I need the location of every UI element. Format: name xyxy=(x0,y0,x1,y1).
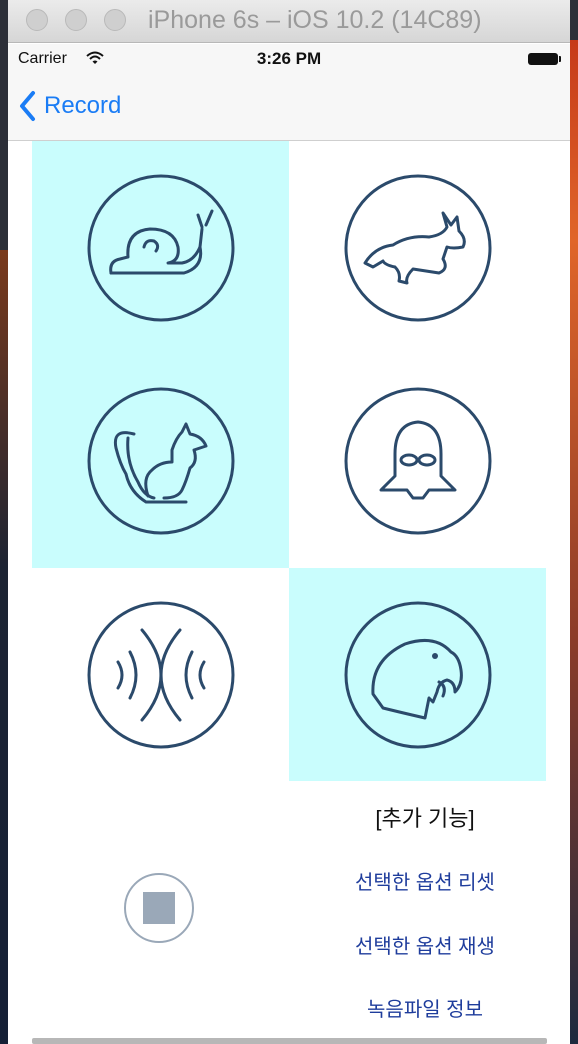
chevron-left-icon xyxy=(20,91,35,121)
rabbit-icon xyxy=(344,174,491,321)
close-window-button[interactable] xyxy=(26,9,48,31)
window-title: iPhone 6s – iOS 10.2 (14C89) xyxy=(148,6,482,34)
stop-button[interactable] xyxy=(124,873,194,943)
squirrel-icon xyxy=(87,387,234,535)
battery-icon xyxy=(528,53,561,65)
stop-icon xyxy=(143,892,175,924)
effect-fast-button[interactable] xyxy=(289,141,546,354)
reset-options-button[interactable]: 선택한 옵션 리셋 xyxy=(296,866,554,895)
window-titlebar: iPhone 6s – iOS 10.2 (14C89) xyxy=(8,0,570,43)
navigation-bar: Record xyxy=(8,74,570,141)
echo-wave-icon xyxy=(87,601,234,748)
ios-status-bar: Carrier 3:26 PM xyxy=(8,44,570,74)
play-options-button[interactable]: 선택한 옵션 재생 xyxy=(296,930,554,959)
simulator-window: iPhone 6s – iOS 10.2 (14C89) Carrier 3:2… xyxy=(8,0,570,1044)
extra-features-title: [추가 기능] xyxy=(375,806,475,831)
horizontal-scrollbar[interactable] xyxy=(32,1038,547,1044)
darth-vader-icon xyxy=(344,387,491,535)
effect-echo-button[interactable] xyxy=(32,568,289,781)
zoom-window-button[interactable] xyxy=(104,9,126,31)
recording-info-button[interactable]: 녹음파일 정보 xyxy=(296,993,554,1022)
effect-vader-button[interactable] xyxy=(289,354,546,568)
snail-icon xyxy=(87,174,234,321)
parrot-icon xyxy=(344,601,491,748)
back-button-label: Record xyxy=(44,92,122,119)
effect-parrot-button[interactable] xyxy=(289,568,546,781)
effect-slow-button[interactable] xyxy=(32,141,289,354)
voice-effects-screen: [추가 기능] 선택한 옵션 리셋 선택한 옵션 재생 녹음파일 정보 xyxy=(8,141,570,1044)
status-time: 3:26 PM xyxy=(256,49,322,68)
back-button[interactable]: Record xyxy=(18,90,121,122)
effect-chipmunk-button[interactable] xyxy=(32,354,289,568)
minimize-window-button[interactable] xyxy=(65,9,87,31)
